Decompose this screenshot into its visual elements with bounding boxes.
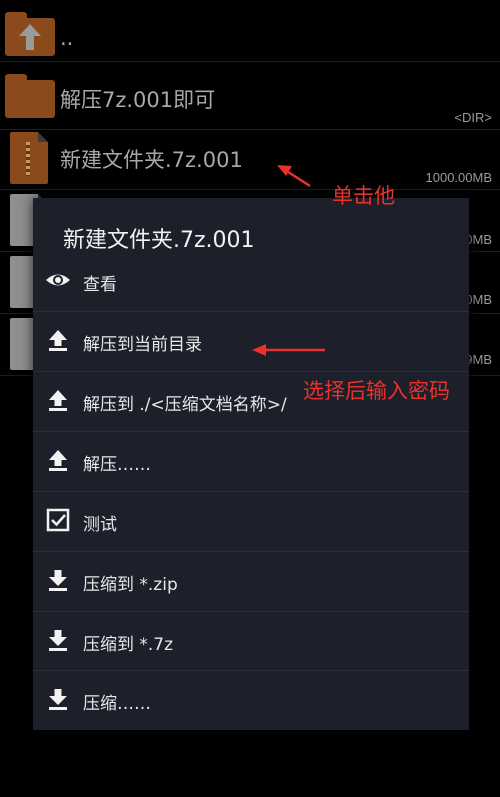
file-name: 解压7z.001即可 — [60, 88, 216, 112]
archive-file-icon — [10, 132, 48, 184]
menu-item-view[interactable]: 查看 — [33, 252, 469, 312]
menu-item-extract[interactable]: 解压…… — [33, 431, 469, 491]
upload-icon — [49, 450, 67, 471]
download-icon — [49, 689, 67, 710]
annotation-password-hint: 选择后输入密码 — [303, 379, 450, 403]
menu-title: 新建文件夹.7z.001 — [63, 228, 255, 253]
file-size: 0MB — [465, 292, 492, 307]
menu-item-label: 压缩到 *.zip — [83, 575, 178, 595]
file-size: 1000.00MB — [425, 170, 493, 185]
file-row-folder[interactable]: 解压7z.001即可 <DIR> — [0, 68, 500, 130]
download-icon — [49, 570, 67, 591]
menu-item-label: 压缩到 *.7z — [83, 635, 174, 655]
annotation-click-hint: 单击他 — [332, 184, 395, 208]
menu-item-label: 查看 — [83, 275, 117, 295]
parent-folder-icon — [5, 12, 55, 56]
file-row-parent[interactable]: .. — [0, 0, 500, 62]
file-size: 0MB — [465, 232, 492, 247]
menu-item-compress-zip[interactable]: 压缩到 *.zip — [33, 551, 469, 611]
menu-item-label: 解压到当前目录 — [83, 335, 202, 355]
file-name: .. — [60, 26, 74, 50]
download-icon — [49, 630, 67, 651]
folder-icon — [5, 74, 55, 118]
menu-item-label: 解压…… — [83, 455, 151, 475]
menu-item-label: 解压到 ./<压缩文档名称>/ — [83, 395, 287, 415]
menu-item-extract-here[interactable]: 解压到当前目录 — [33, 311, 469, 371]
upload-icon — [49, 330, 67, 351]
menu-item-label: 压缩…… — [83, 694, 151, 714]
menu-item-compress[interactable]: 压缩…… — [33, 670, 469, 730]
menu-item-compress-7z[interactable]: 压缩到 *.7z — [33, 611, 469, 671]
menu-item-label: 测试 — [83, 515, 117, 535]
eye-icon — [46, 274, 70, 286]
file-size: <DIR> — [454, 110, 492, 125]
context-menu: 新建文件夹.7z.001 查看 解压到当前目录 解压到 ./<压缩文档名称>/ … — [33, 198, 469, 730]
file-row-archive[interactable]: 新建文件夹.7z.001 1000.00MB — [0, 128, 500, 190]
file-name: 新建文件夹.7z.001 — [60, 148, 243, 172]
file-size: 9MB — [465, 352, 492, 367]
upload-icon — [49, 390, 67, 411]
menu-item-test[interactable]: 测试 — [33, 491, 469, 551]
checkbox-icon — [46, 508, 70, 532]
